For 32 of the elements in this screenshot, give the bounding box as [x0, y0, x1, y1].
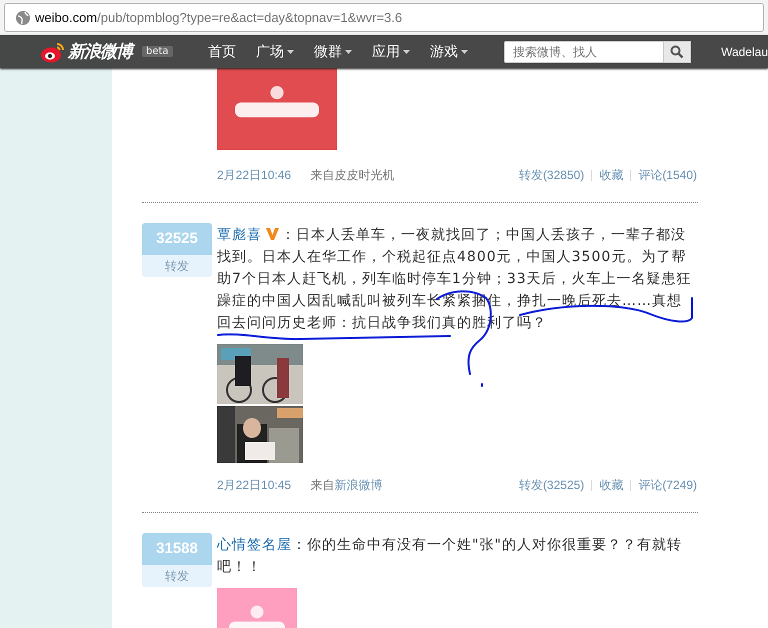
nav-item[interactable]: 微群 [314, 42, 352, 60]
nav-item[interactable]: 广场 [256, 42, 294, 60]
globe-icon [15, 10, 31, 26]
source-prefix: 来自 [310, 478, 334, 492]
post-time[interactable]: 2月22日10:45 [217, 478, 292, 492]
author-link[interactable]: 覃彪喜 [217, 227, 262, 243]
search-icon [670, 44, 684, 58]
user-name[interactable]: Wadelau [721, 44, 768, 58]
nav-item[interactable]: 应用 [372, 42, 410, 60]
action-link[interactable]: 评论(1540) [638, 167, 697, 184]
logo-icon [40, 40, 66, 62]
address-field[interactable]: weibo.com/pub/topmblog?type=re&act=day&topnav=1&wvr=3.6 [4, 3, 764, 32]
search-field[interactable]: 搜索微博、找人 [504, 40, 664, 62]
source-prefix: 来自 [310, 168, 334, 182]
repost-button[interactable]: 转发 [142, 565, 212, 587]
post-time[interactable]: 2月22日10:46 [217, 168, 292, 182]
action-link[interactable]: 收藏 [599, 477, 624, 494]
source-name[interactable]: 新浪微博 [334, 478, 382, 492]
action-link[interactable]: 收藏 [599, 167, 624, 184]
repost-button[interactable]: 转发 [142, 255, 212, 277]
repost-count: 32525 [142, 223, 212, 255]
search-button[interactable] [664, 40, 692, 62]
action-link[interactable]: 转发(32850) [518, 167, 584, 184]
nav-item[interactable]: 首页 [208, 42, 236, 60]
repost-count: 31588 [142, 533, 212, 565]
source-name: 皮皮时光机 [334, 168, 394, 182]
post-text: 心情签名屋：你的生命中有没有一个姓"张"的人对你很重要？？有就转吧！！ [217, 536, 683, 577]
nav-item[interactable]: 游戏 [430, 42, 468, 60]
beta-badge: beta [142, 46, 173, 57]
action-link[interactable]: 评论(7249) [638, 477, 697, 494]
action-link[interactable]: 转发(32525) [518, 477, 584, 494]
author-link[interactable]: 心情签名屋 [217, 537, 292, 553]
